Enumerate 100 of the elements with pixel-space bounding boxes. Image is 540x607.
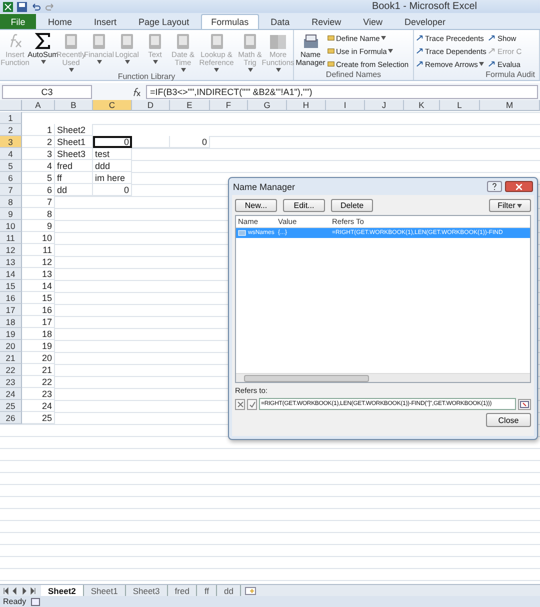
ribbon-tab[interactable]: Formulas <box>201 14 259 29</box>
table-cell: 18 <box>22 328 55 340</box>
excel-logo-icon <box>3 2 13 12</box>
column-header[interactable]: B <box>55 100 93 111</box>
formula-field[interactable]: =IF(B3<>"",INDIRECT("'" &B2&"'!A1"),"") <box>146 84 538 98</box>
ribbon-tab[interactable]: Insert <box>84 14 127 29</box>
range-icon <box>520 400 529 408</box>
row-header[interactable]: 25 <box>0 400 22 412</box>
dialog-button[interactable]: New... <box>235 199 277 212</box>
book-icon <box>241 32 259 50</box>
horizontal-scrollbar[interactable] <box>236 373 530 382</box>
function-icon[interactable] <box>132 86 142 96</box>
caret-icon <box>40 60 46 64</box>
table-cell: 0 <box>93 184 132 196</box>
column-header[interactable]: I <box>326 100 365 111</box>
dialog-button[interactable]: Delete <box>331 199 373 212</box>
undo-icon[interactable] <box>31 2 41 12</box>
column-header[interactable]: C <box>93 100 132 111</box>
help-icon <box>492 183 497 190</box>
book-icon <box>118 32 136 50</box>
book-icon <box>62 32 80 50</box>
table-cell: ff <box>55 172 93 184</box>
row-header[interactable]: 4 <box>0 148 22 160</box>
column-header[interactable]: E <box>170 100 210 111</box>
row-header[interactable]: 1 <box>0 112 22 124</box>
row-header[interactable]: 13 <box>0 256 22 268</box>
table-cell: 15 <box>22 292 55 304</box>
table-cell: 11 <box>22 244 55 256</box>
confirm-button[interactable] <box>247 398 257 410</box>
table-cell: 6 <box>22 184 55 196</box>
row-header[interactable]: 23 <box>0 376 22 388</box>
row-header[interactable]: 16 <box>0 292 22 304</box>
column-header[interactable]: H <box>287 100 326 111</box>
table-cell: im here <box>93 172 132 184</box>
column-header[interactable]: G <box>248 100 287 111</box>
table-cell: 12 <box>22 256 55 268</box>
row-header[interactable]: 2 <box>0 124 22 136</box>
row-header[interactable]: 6 <box>0 172 22 184</box>
row-header[interactable]: 24 <box>0 388 22 400</box>
column-header[interactable]: K <box>404 100 440 111</box>
row-header[interactable]: 15 <box>0 280 22 292</box>
column-header[interactable]: J <box>365 100 404 111</box>
sigma-icon <box>34 32 52 50</box>
sheet-navigation-icon[interactable] <box>3 586 37 594</box>
cancel-button[interactable] <box>235 398 245 410</box>
row-header[interactable]: 14 <box>0 268 22 280</box>
name-box[interactable]: C3 <box>2 84 92 98</box>
ribbon-tab[interactable]: Review <box>302 14 352 29</box>
check-icon <box>248 400 256 408</box>
row-header[interactable]: 11 <box>0 232 22 244</box>
table-cell: 20 <box>22 352 55 364</box>
ribbon-tab[interactable]: Page Layout <box>128 14 200 29</box>
row-header[interactable]: 22 <box>0 364 22 376</box>
column-header[interactable]: M <box>480 100 540 111</box>
file-tab[interactable]: File <box>0 14 36 29</box>
close-icon <box>236 400 244 408</box>
table-cell: 4 <box>22 160 55 172</box>
row-header[interactable]: 3 <box>0 136 22 148</box>
row-header[interactable]: 19 <box>0 328 22 340</box>
table-cell: 8 <box>22 208 55 220</box>
column-header[interactable]: F <box>210 100 248 111</box>
row-header[interactable]: 9 <box>0 208 22 220</box>
table-cell: Sheet3 <box>55 148 93 160</box>
dialog-button[interactable]: Edit... <box>283 199 325 212</box>
row-header[interactable]: 12 <box>0 244 22 256</box>
collapse-button[interactable] <box>518 398 531 410</box>
column-header[interactable]: D <box>132 100 170 111</box>
row-header[interactable]: 5 <box>0 160 22 172</box>
row-header[interactable]: 8 <box>0 196 22 208</box>
close-button[interactable] <box>505 181 533 192</box>
arrow-icon <box>488 34 496 42</box>
book-icon <box>174 32 192 50</box>
table-cell: ddd <box>93 160 132 172</box>
save-icon[interactable] <box>17 2 27 12</box>
table-cell: 5 <box>22 172 55 184</box>
ribbon-tab[interactable]: Home <box>38 14 82 29</box>
table-cell: 13 <box>22 268 55 280</box>
row-header[interactable]: 7 <box>0 184 22 196</box>
sheet-tab[interactable]: Sheet2 <box>41 585 84 596</box>
table-cell: 25 <box>22 412 55 424</box>
arrow-icon <box>488 47 496 55</box>
insert-sheet-icon[interactable] <box>245 586 256 594</box>
caret-icon <box>248 68 252 72</box>
close-dialog-button[interactable]: Close <box>486 413 531 427</box>
filter-button[interactable]: Filter <box>489 199 531 212</box>
ribbon-tab[interactable]: View <box>353 14 392 29</box>
row-header[interactable]: 18 <box>0 316 22 328</box>
help-button[interactable] <box>487 181 502 192</box>
row-header[interactable]: 20 <box>0 340 22 352</box>
row-header[interactable]: 17 <box>0 304 22 316</box>
ribbon-tab[interactable]: Data <box>260 14 300 29</box>
macro-record-icon[interactable] <box>31 598 40 606</box>
row-header[interactable]: 10 <box>0 220 22 232</box>
ribbon-tab[interactable]: Developer <box>394 14 456 29</box>
caret-icon <box>517 204 522 208</box>
caret-icon <box>214 68 219 72</box>
row-header[interactable]: 26 <box>0 412 22 424</box>
column-header[interactable]: A <box>22 100 55 111</box>
column-header[interactable]: L <box>440 100 480 111</box>
row-header[interactable]: 21 <box>0 352 22 364</box>
